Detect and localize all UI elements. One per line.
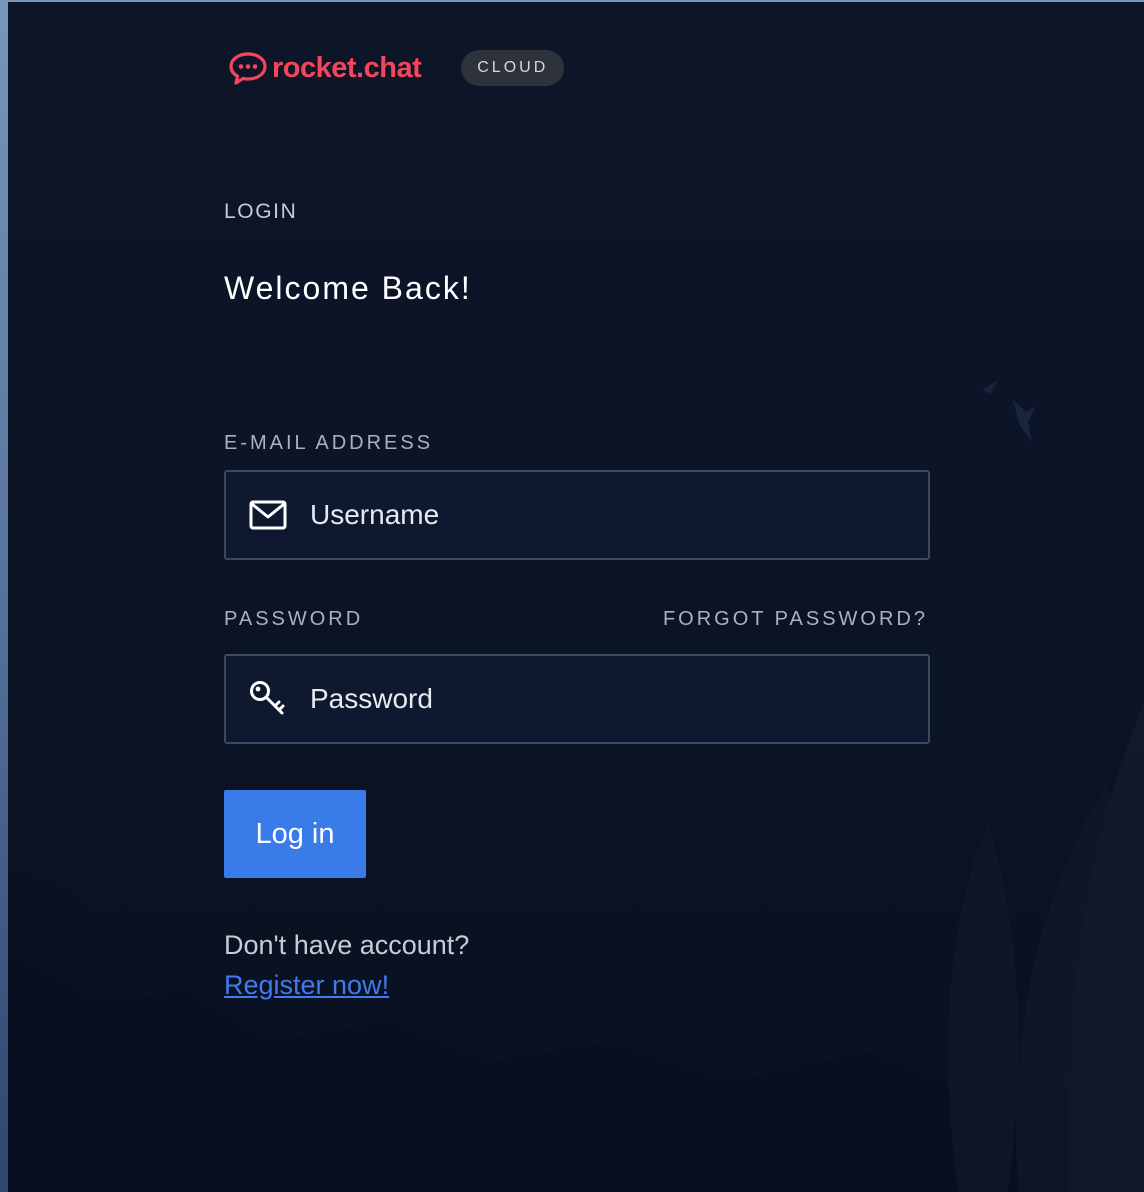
cloud-badge: CLOUD [461,50,565,86]
register-link[interactable]: Register now! [224,970,389,1001]
login-page: rocket.chat CLOUD LOGIN Welcome Back! E-… [0,0,1144,1192]
login-button[interactable]: Log in [224,790,366,878]
key-icon [250,681,285,715]
email-label: E-MAIL ADDRESS [224,432,434,454]
header: rocket.chat CLOUD [228,46,565,90]
envelope-icon [249,500,287,530]
password-field[interactable] [224,654,930,744]
email-field[interactable] [224,470,930,560]
login-panel: rocket.chat CLOUD LOGIN Welcome Back! E-… [8,2,1144,1192]
logo-text: rocket.chat [272,52,422,84]
background-illustration [8,380,1144,1192]
email-input[interactable] [308,484,928,546]
logo[interactable]: rocket.chat [228,50,422,86]
section-label: LOGIN [224,200,298,223]
welcome-heading: Welcome Back! [224,270,472,306]
no-account-text: Don't have account? [224,930,470,960]
password-input[interactable] [308,668,928,730]
forgot-password-link[interactable]: FORGOT PASSWORD? [663,608,928,631]
password-label: PASSWORD [224,608,364,630]
rocket-chat-logo-icon [229,52,267,85]
